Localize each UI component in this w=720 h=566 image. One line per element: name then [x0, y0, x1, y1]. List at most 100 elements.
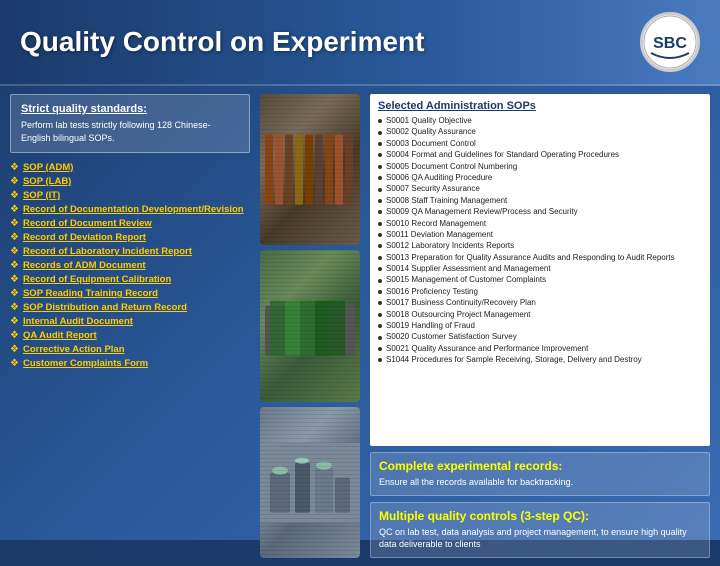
list-item-label[interactable]: Records of ADM Document — [23, 260, 146, 271]
bullet-arrow-icon: ❖ — [10, 344, 19, 355]
sop-bullet-icon — [378, 290, 382, 294]
sop-item: S0005 Document Control Numbering — [378, 162, 702, 172]
sop-label: S0013 Preparation for Quality Assurance … — [386, 253, 675, 263]
sop-label: S0006 QA Auditing Procedure — [386, 173, 492, 183]
bullet-arrow-icon: ❖ — [10, 302, 19, 313]
bullet-arrow-icon: ❖ — [10, 246, 19, 257]
list-item-label[interactable]: SOP (IT) — [23, 190, 60, 201]
sop-label: S0012 Laboratory Incidents Reports — [386, 241, 514, 251]
list-item-label[interactable]: Corrective Action Plan — [23, 344, 125, 355]
sop-bullet-icon — [378, 199, 382, 203]
sop-bullet-icon — [378, 142, 382, 146]
complete-records-title: Complete experimental records: — [379, 459, 701, 473]
middle-panel — [260, 94, 360, 558]
page: Quality Control on Experiment SBC Strict… — [0, 0, 720, 540]
sop-item: S0012 Laboratory Incidents Reports — [378, 241, 702, 251]
sop-label: S0020 Customer Satisfaction Survey — [386, 332, 517, 342]
sop-label: S0004 Format and Guidelines for Standard… — [386, 150, 619, 160]
sop-item: S1044 Procedures for Sample Receiving, S… — [378, 355, 702, 365]
sop-bullet-icon — [378, 165, 382, 169]
sop-label: S1044 Procedures for Sample Receiving, S… — [386, 355, 642, 365]
list-item: ❖ Corrective Action Plan — [10, 343, 250, 356]
list-item: ❖Internal Audit Document — [10, 315, 250, 328]
sop-bullet-icon — [378, 131, 382, 135]
sop-label: S0001 Quality Objective — [386, 116, 472, 126]
page-title: Quality Control on Experiment — [20, 26, 424, 58]
list-item: ❖ Record of Documentation Development/Rev… — [10, 203, 250, 216]
sop-item: S0004 Format and Guidelines for Standard… — [378, 150, 702, 160]
bullet-arrow-icon: ❖ — [10, 232, 19, 243]
bullet-arrow-icon: ❖ — [10, 260, 19, 271]
list-item: ❖Customer Complaints Form — [10, 357, 250, 370]
sop-item: S0002 Quality Assurance — [378, 127, 702, 137]
list-item: ❖ SOP (ADM) — [10, 161, 250, 174]
sop-bullet-icon — [378, 176, 382, 180]
bullet-arrow-icon: ❖ — [10, 162, 19, 173]
sop-label: S0021 Quality Assurance and Performance … — [386, 344, 588, 354]
sop-bullet-icon — [378, 324, 382, 328]
sop-item: S0011 Deviation Management — [378, 230, 702, 240]
list-item-label[interactable]: SOP (LAB) — [23, 176, 71, 187]
bullet-arrow-icon: ❖ — [10, 274, 19, 285]
list-item-label[interactable]: Record of Document Review — [23, 218, 152, 229]
list-items: ❖SOP (ADM)❖SOP (LAB)❖SOP (IT)❖Record of … — [10, 161, 250, 370]
list-item: ❖SOP (IT) — [10, 189, 250, 202]
list-item: ❖ QA Audit Report — [10, 329, 250, 342]
sop-bullet-icon — [378, 244, 382, 248]
folders-image — [260, 250, 360, 401]
sop-label: S0018 Outsourcing Project Management — [386, 310, 531, 320]
sop-bullet-icon — [378, 301, 382, 305]
bullet-arrow-icon: ❖ — [10, 330, 19, 341]
sop-item: S0015 Management of Customer Complaints — [378, 275, 702, 285]
multiple-qc-title: Multiple quality controls (3-step QC): — [379, 509, 701, 523]
sop-label: S0005 Document Control Numbering — [386, 162, 517, 172]
admin-sops-box: Selected Administration SOPs S0001 Quali… — [370, 94, 710, 446]
sop-label: S0007 Security Assurance — [386, 184, 480, 194]
list-item-label[interactable]: Record of Laboratory Incident Report — [23, 246, 192, 257]
bullet-arrow-icon: ❖ — [10, 176, 19, 187]
logo: SBC — [640, 12, 700, 72]
sop-bullet-icon — [378, 188, 382, 192]
list-item: ❖ Record of Laboratory Incident Report — [10, 245, 250, 258]
sop-list: S0001 Quality ObjectiveS0002 Quality Ass… — [378, 116, 702, 366]
list-item-label[interactable]: Record of Documentation Development/Revi… — [23, 204, 244, 215]
list-item-label[interactable]: QA Audit Report — [23, 330, 97, 341]
sop-bullet-icon — [378, 153, 382, 157]
sop-item: S0007 Security Assurance — [378, 184, 702, 194]
sop-bullet-icon — [378, 313, 382, 317]
list-item-label[interactable]: Record of Deviation Report — [23, 232, 146, 243]
sop-item: S0008 Staff Training Management — [378, 196, 702, 206]
sop-item: S0016 Proficiency Testing — [378, 287, 702, 297]
sop-item: S0021 Quality Assurance and Performance … — [378, 344, 702, 354]
bullet-arrow-icon: ❖ — [10, 204, 19, 215]
sop-bullet-icon — [378, 336, 382, 340]
list-item: ❖ Record of Equipment Calibration — [10, 273, 250, 286]
bullet-arrow-icon: ❖ — [10, 288, 19, 299]
sop-bullet-icon — [378, 358, 382, 362]
books-image — [260, 94, 360, 245]
list-item: ❖ Record of Deviation Report — [10, 231, 250, 244]
strict-quality-description: Perform lab tests strictly following 128… — [21, 119, 239, 144]
list-item: ❖ SOP Distribution and Return Record — [10, 301, 250, 314]
list-item-label[interactable]: SOP Reading Training Record — [23, 288, 158, 299]
sop-item: S0006 QA Auditing Procedure — [378, 173, 702, 183]
list-item-label[interactable]: SOP (ADM) — [23, 162, 74, 173]
svg-text:SBC: SBC — [653, 35, 687, 52]
sop-label: S0017 Business Continuity/Recovery Plan — [386, 298, 536, 308]
sop-item: S0001 Quality Objective — [378, 116, 702, 126]
list-item-label[interactable]: Internal Audit Document — [23, 316, 133, 327]
sop-item: S0014 Supplier Assessment and Management — [378, 264, 702, 274]
list-item-label[interactable]: Customer Complaints Form — [23, 358, 148, 369]
list-item-label[interactable]: Record of Equipment Calibration — [23, 274, 171, 285]
list-item-label[interactable]: SOP Distribution and Return Record — [23, 302, 187, 313]
lab-image — [260, 407, 360, 558]
sop-label: S0015 Management of Customer Complaints — [386, 275, 546, 285]
multiple-qc-box: Multiple quality controls (3-step QC): Q… — [370, 502, 710, 558]
main-content: Strict quality standards: Perform lab te… — [0, 86, 720, 566]
sop-item: S0018 Outsourcing Project Management — [378, 310, 702, 320]
sop-label: S0010 Record Management — [386, 219, 486, 229]
sop-item: S0013 Preparation for Quality Assurance … — [378, 253, 702, 263]
sop-item: S0009 QA Management Review/Process and S… — [378, 207, 702, 217]
sop-bullet-icon — [378, 222, 382, 226]
sop-label: S0016 Proficiency Testing — [386, 287, 478, 297]
